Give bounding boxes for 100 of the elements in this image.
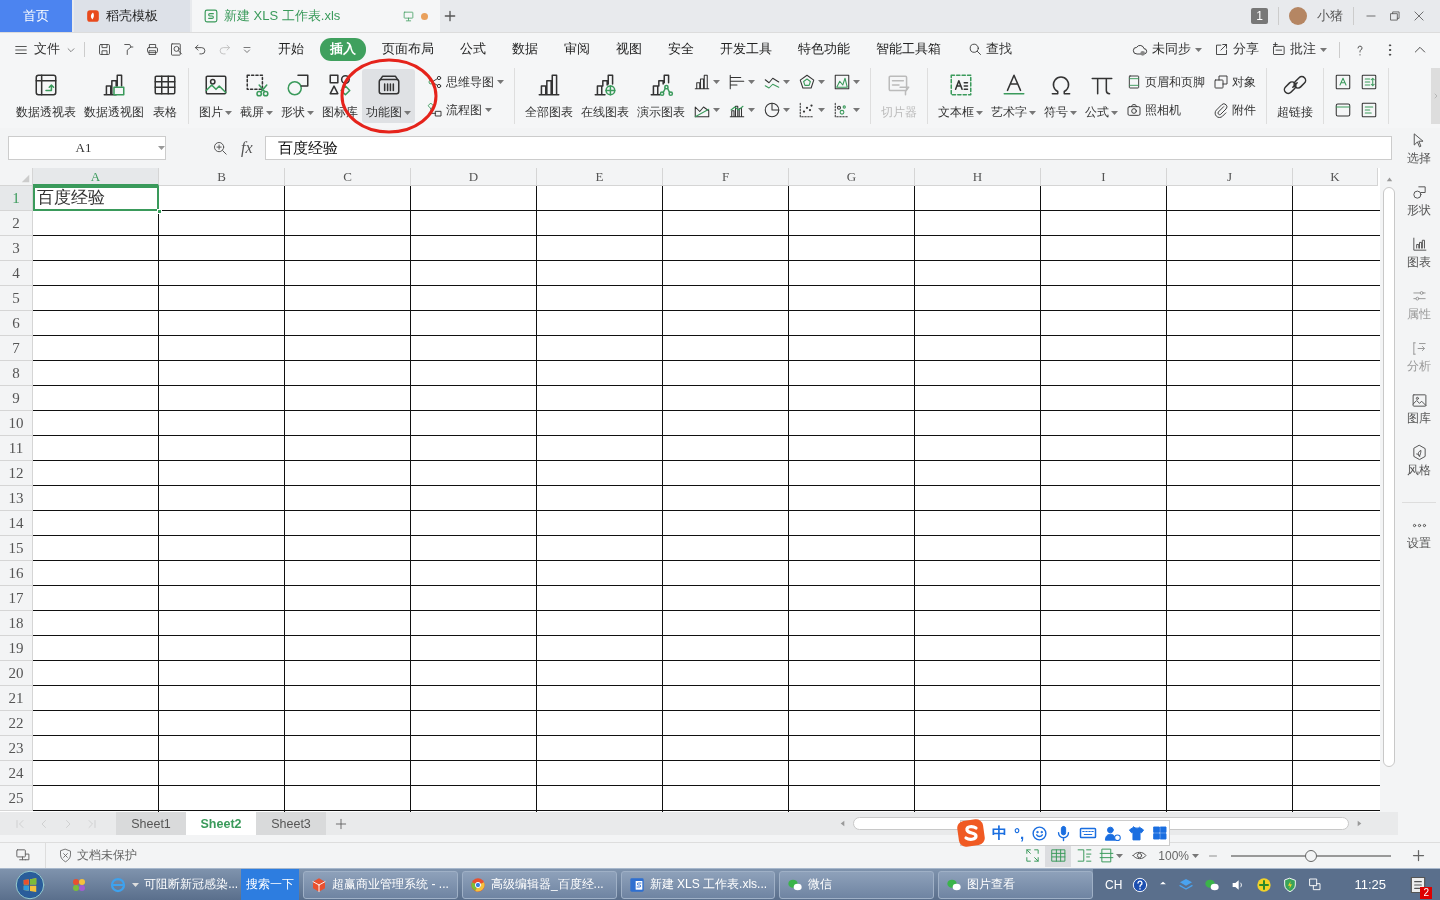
document-tab[interactable]: 稻壳模板 bbox=[74, 0, 190, 32]
row-header[interactable]: 19 bbox=[0, 636, 33, 661]
search-button[interactable]: 查找 bbox=[968, 41, 1012, 58]
ribbon-button[interactable]: 截屏 bbox=[236, 69, 277, 123]
ribbon-button[interactable]: 功能图 bbox=[362, 69, 415, 123]
row-header[interactable]: 2 bbox=[0, 211, 33, 236]
table-cell[interactable]: 百度经验 bbox=[33, 186, 159, 211]
ribbon-button[interactable]: 形状 bbox=[277, 69, 318, 123]
ribbon-button[interactable]: 页眉和页脚 bbox=[1122, 71, 1209, 93]
side-panel-button[interactable]: 图库 bbox=[1407, 392, 1431, 444]
formula-field[interactable]: 百度经验 bbox=[264, 136, 1392, 160]
row-header[interactable]: 9 bbox=[0, 386, 33, 411]
name-box[interactable]: A1 bbox=[8, 136, 166, 160]
ribbon-button[interactable]: 数据透视表 bbox=[12, 69, 80, 123]
ribbon-tab[interactable]: 安全 bbox=[658, 38, 704, 61]
row-header[interactable]: 23 bbox=[0, 736, 33, 761]
close-icon[interactable] bbox=[1412, 9, 1426, 23]
row-header[interactable]: 13 bbox=[0, 486, 33, 511]
ribbon-tab[interactable]: 数据 bbox=[502, 38, 548, 61]
column-header[interactable]: J bbox=[1167, 168, 1293, 186]
ribbon-button[interactable]: 在线图表 bbox=[577, 69, 633, 123]
undo-icon[interactable] bbox=[193, 42, 208, 57]
column-header[interactable]: D bbox=[411, 168, 537, 186]
column-header[interactable]: I bbox=[1041, 168, 1167, 186]
notification-badge[interactable]: 2 bbox=[1420, 886, 1432, 899]
plus-icon[interactable] bbox=[442, 8, 458, 24]
save-icon[interactable] bbox=[97, 42, 112, 57]
help-icon[interactable] bbox=[1132, 876, 1149, 893]
row-header[interactable]: 6 bbox=[0, 311, 33, 336]
column-header[interactable]: C bbox=[285, 168, 411, 186]
ribbon-button[interactable]: 符号 bbox=[1040, 69, 1081, 123]
sheet-tab[interactable]: Sheet1 bbox=[116, 812, 186, 835]
row-header[interactable]: 8 bbox=[0, 361, 33, 386]
row-header[interactable]: 16 bbox=[0, 561, 33, 586]
column-header[interactable]: E bbox=[537, 168, 663, 186]
ribbon-tab[interactable]: 开始 bbox=[268, 38, 314, 61]
scroll-left-icon[interactable] bbox=[838, 819, 847, 828]
row-header[interactable]: 15 bbox=[0, 536, 33, 561]
side-panel-button[interactable]: 图表 bbox=[1407, 236, 1431, 288]
user-icon[interactable] bbox=[1104, 824, 1122, 842]
zoom-dropdown[interactable]: 100% bbox=[1158, 848, 1199, 863]
notes-icon[interactable] bbox=[1408, 874, 1428, 895]
print-preview-icon[interactable] bbox=[169, 42, 184, 57]
ribbon-tab[interactable]: 特色功能 bbox=[788, 38, 860, 61]
browser-taskbar-item[interactable]: 可阻断新冠感染... bbox=[99, 875, 242, 894]
share-button[interactable]: 分享 bbox=[1214, 41, 1259, 58]
row-header[interactable]: 10 bbox=[0, 411, 33, 436]
ribbon-button[interactable]: 公式 bbox=[1081, 69, 1122, 123]
row-header[interactable]: 21 bbox=[0, 686, 33, 711]
ribbon-button[interactable]: 数据透视图 bbox=[80, 69, 148, 123]
side-panel-button[interactable]: 形状 bbox=[1407, 184, 1431, 236]
ribbon-tab[interactable]: 页面布局 bbox=[372, 38, 444, 61]
ribbon-button[interactable]: 表格 bbox=[148, 69, 182, 123]
add-circle-icon[interactable] bbox=[1256, 876, 1273, 893]
function-button[interactable]: fx bbox=[241, 139, 253, 157]
side-panel-button[interactable]: 设置 bbox=[1407, 517, 1431, 569]
column-header[interactable]: K bbox=[1293, 168, 1378, 186]
column-header[interactable]: B bbox=[159, 168, 285, 186]
scroll-right-icon[interactable] bbox=[1355, 819, 1364, 828]
ribbon-button[interactable]: 流程图 bbox=[423, 99, 508, 121]
view-button[interactable] bbox=[1045, 844, 1072, 867]
row-header[interactable]: 5 bbox=[0, 286, 33, 311]
ribbon-button[interactable]: 文本框 bbox=[934, 69, 987, 123]
ribbon-button[interactable]: 艺术字 bbox=[987, 69, 1040, 123]
ribbon-button[interactable]: 思维导图 bbox=[423, 71, 508, 93]
ribbon-tab[interactable]: 审阅 bbox=[554, 38, 600, 61]
avatar[interactable] bbox=[1289, 7, 1307, 25]
row-header[interactable]: 7 bbox=[0, 336, 33, 361]
scrollbar-thumb[interactable] bbox=[1383, 187, 1395, 767]
slider-thumb[interactable] bbox=[1305, 849, 1317, 862]
ime-logo-icon[interactable] bbox=[957, 819, 985, 847]
ribbon-button[interactable]: 演示图表 bbox=[633, 69, 689, 123]
column-header[interactable]: F bbox=[663, 168, 789, 186]
ribbon-button[interactable]: 附件 bbox=[1209, 99, 1260, 121]
sheet-tab[interactable]: Sheet2 bbox=[186, 812, 256, 835]
punctuation-button[interactable]: °, bbox=[1014, 824, 1025, 842]
zoom-icon[interactable] bbox=[212, 139, 229, 157]
fill-handle[interactable] bbox=[157, 209, 162, 214]
ribbon-tab[interactable]: 视图 bbox=[606, 38, 652, 61]
user-name[interactable]: 小猪 bbox=[1317, 7, 1343, 25]
search-button[interactable]: 搜索一下 bbox=[241, 869, 300, 900]
row-header[interactable]: 11 bbox=[0, 436, 33, 461]
row-header[interactable]: 12 bbox=[0, 461, 33, 486]
sync-button[interactable]: 未同步 bbox=[1132, 41, 1202, 58]
window-count-badge[interactable]: 1 bbox=[1251, 8, 1268, 24]
row-header[interactable]: 14 bbox=[0, 511, 33, 536]
zoom-in-icon[interactable] bbox=[1411, 848, 1426, 863]
row-header[interactable]: 25 bbox=[0, 786, 33, 811]
restore-icon[interactable] bbox=[1388, 9, 1402, 23]
shield-icon[interactable] bbox=[1282, 876, 1299, 893]
print-icon[interactable] bbox=[145, 42, 160, 57]
clock[interactable]: 11:25 bbox=[1354, 877, 1386, 892]
ribbon-button[interactable]: 全部图表 bbox=[521, 69, 577, 123]
emoji-icon[interactable] bbox=[1031, 824, 1049, 842]
input-mode-button[interactable]: 中 bbox=[992, 823, 1007, 843]
language-indicator[interactable]: CH bbox=[1105, 877, 1123, 892]
grid-icon[interactable] bbox=[1152, 825, 1169, 841]
ribbon-tab[interactable]: 智能工具箱 bbox=[866, 38, 951, 61]
file-menu[interactable]: 文件 bbox=[14, 41, 84, 58]
start-button-icon[interactable] bbox=[14, 869, 45, 900]
